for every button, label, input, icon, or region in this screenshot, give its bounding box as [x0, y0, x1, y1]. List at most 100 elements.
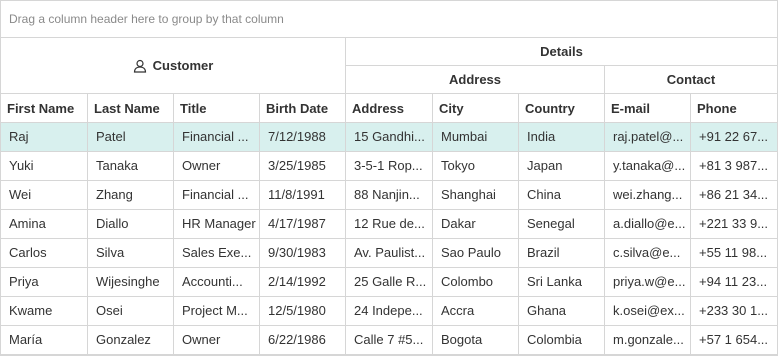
cell-city[interactable]: Colombo: [433, 268, 519, 297]
cell-title[interactable]: Financial ...: [174, 181, 260, 210]
cell-first-name[interactable]: Amina: [1, 210, 88, 239]
table-row[interactable]: Amina Diallo HR Manager 4/17/1987 12 Rue de.…: [1, 210, 777, 239]
cell-first-name[interactable]: Raj: [1, 123, 88, 152]
cell-last-name[interactable]: Tanaka: [88, 152, 174, 181]
band-header-customer[interactable]: Customer: [1, 38, 346, 94]
group-panel-placeholder: Drag a column header here to group by th…: [9, 12, 284, 26]
band-header-customer-label: Customer: [152, 58, 214, 73]
cell-email[interactable]: raj.patel@...: [605, 123, 691, 152]
cell-country[interactable]: Japan: [519, 152, 605, 181]
cell-city[interactable]: Accra: [433, 297, 519, 326]
column-header-city[interactable]: City: [433, 94, 519, 123]
cell-phone[interactable]: +55 11 98...: [691, 239, 777, 268]
cell-first-name[interactable]: Kwame: [1, 297, 88, 326]
table-row[interactable]: Carlos Silva Sales Exe... 9/30/1983 Av. Paul…: [1, 239, 777, 268]
cell-last-name[interactable]: Zhang: [88, 181, 174, 210]
cell-email[interactable]: m.gonzale...: [605, 326, 691, 355]
cell-birth-date[interactable]: 7/12/1988: [260, 123, 346, 152]
cell-last-name[interactable]: Diallo: [88, 210, 174, 239]
band-header-details-label: Details: [540, 44, 583, 59]
table-row[interactable]: Yuki Tanaka Owner 3/25/1985 3-5-1 Rop... Toky…: [1, 152, 777, 181]
cell-city[interactable]: Tokyo: [433, 152, 519, 181]
cell-address[interactable]: 88 Nanjin...: [346, 181, 433, 210]
cell-title[interactable]: Owner: [174, 152, 260, 181]
column-header-email[interactable]: E-mail: [605, 94, 691, 123]
cell-city[interactable]: Sao Paulo: [433, 239, 519, 268]
cell-title[interactable]: Project M...: [174, 297, 260, 326]
cell-birth-date[interactable]: 2/14/1992: [260, 268, 346, 297]
cell-city[interactable]: Shanghai: [433, 181, 519, 210]
cell-phone[interactable]: +233 30 1...: [691, 297, 777, 326]
cell-phone[interactable]: +94 11 23...: [691, 268, 777, 297]
cell-address[interactable]: 3-5-1 Rop...: [346, 152, 433, 181]
band-header-details[interactable]: Details: [346, 38, 777, 66]
table-row[interactable]: Kwame Osei Project M... 12/5/1980 24 Indepe.…: [1, 297, 777, 326]
cell-address[interactable]: 24 Indepe...: [346, 297, 433, 326]
cell-birth-date[interactable]: 11/8/1991: [260, 181, 346, 210]
cell-last-name[interactable]: Osei: [88, 297, 174, 326]
group-panel[interactable]: Drag a column header here to group by th…: [1, 1, 777, 38]
cell-birth-date[interactable]: 4/17/1987: [260, 210, 346, 239]
cell-title[interactable]: Owner: [174, 326, 260, 355]
cell-birth-date[interactable]: 9/30/1983: [260, 239, 346, 268]
cell-country[interactable]: India: [519, 123, 605, 152]
cell-email[interactable]: wei.zhang...: [605, 181, 691, 210]
column-header-address[interactable]: Address: [346, 94, 433, 123]
cell-first-name[interactable]: Priya: [1, 268, 88, 297]
cell-last-name[interactable]: Wijesinghe: [88, 268, 174, 297]
cell-last-name[interactable]: Patel: [88, 123, 174, 152]
cell-phone[interactable]: +86 21 34...: [691, 181, 777, 210]
cell-birth-date[interactable]: 12/5/1980: [260, 297, 346, 326]
cell-address[interactable]: 25 Galle R...: [346, 268, 433, 297]
cell-first-name[interactable]: Carlos: [1, 239, 88, 268]
table-row[interactable]: Raj Patel Financial ... 7/12/1988 15 Gandhi.…: [1, 123, 777, 152]
cell-title[interactable]: Sales Exe...: [174, 239, 260, 268]
cell-email[interactable]: a.diallo@e...: [605, 210, 691, 239]
column-header-country[interactable]: Country: [519, 94, 605, 123]
cell-first-name[interactable]: Wei: [1, 181, 88, 210]
cell-email[interactable]: priya.w@e...: [605, 268, 691, 297]
cell-email[interactable]: k.osei@ex...: [605, 297, 691, 326]
table-row[interactable]: Wei Zhang Financial ... 11/8/1991 88 Nanjin.…: [1, 181, 777, 210]
cell-email[interactable]: c.silva@e...: [605, 239, 691, 268]
cell-address[interactable]: 12 Rue de...: [346, 210, 433, 239]
cell-email[interactable]: y.tanaka@...: [605, 152, 691, 181]
cell-first-name[interactable]: Yuki: [1, 152, 88, 181]
band-header-address[interactable]: Address: [346, 66, 605, 94]
cell-title[interactable]: HR Manager: [174, 210, 260, 239]
cell-country[interactable]: Brazil: [519, 239, 605, 268]
cell-city[interactable]: Bogota: [433, 326, 519, 355]
column-header-title[interactable]: Title: [174, 94, 260, 123]
cell-birth-date[interactable]: 3/25/1985: [260, 152, 346, 181]
cell-country[interactable]: China: [519, 181, 605, 210]
column-header-last-name[interactable]: Last Name: [88, 94, 174, 123]
cell-title[interactable]: Financial ...: [174, 123, 260, 152]
cell-first-name[interactable]: María: [1, 326, 88, 355]
cell-birth-date[interactable]: 6/22/1986: [260, 326, 346, 355]
cell-address[interactable]: Av. Paulist...: [346, 239, 433, 268]
cell-address[interactable]: 15 Gandhi...: [346, 123, 433, 152]
cell-title[interactable]: Accounti...: [174, 268, 260, 297]
cell-address[interactable]: Calle 7 #5...: [346, 326, 433, 355]
cell-city[interactable]: Mumbai: [433, 123, 519, 152]
column-header-birth-date[interactable]: Birth Date: [260, 94, 346, 123]
band-header-address-label: Address: [448, 72, 502, 87]
band-header-contact-label: Contact: [666, 72, 716, 87]
cell-country[interactable]: Sri Lanka: [519, 268, 605, 297]
cell-country[interactable]: Ghana: [519, 297, 605, 326]
table-row[interactable]: María Gonzalez Owner 6/22/1986 Calle 7 #5...…: [1, 326, 777, 355]
cell-city[interactable]: Dakar: [433, 210, 519, 239]
column-header-phone[interactable]: Phone: [691, 94, 777, 123]
table-row[interactable]: Priya Wijesinghe Accounti... 2/14/1992 25 Ga…: [1, 268, 777, 297]
cell-country[interactable]: Colombia: [519, 326, 605, 355]
band-header-contact[interactable]: Contact: [605, 66, 777, 94]
column-header-first-name[interactable]: First Name: [1, 94, 88, 123]
cell-phone[interactable]: +81 3 987...: [691, 152, 777, 181]
data-grid: Drag a column header here to group by th…: [0, 0, 778, 356]
cell-country[interactable]: Senegal: [519, 210, 605, 239]
cell-phone[interactable]: +221 33 9...: [691, 210, 777, 239]
cell-last-name[interactable]: Silva: [88, 239, 174, 268]
cell-phone[interactable]: +57 1 654...: [691, 326, 777, 355]
cell-last-name[interactable]: Gonzalez: [88, 326, 174, 355]
cell-phone[interactable]: +91 22 67...: [691, 123, 777, 152]
